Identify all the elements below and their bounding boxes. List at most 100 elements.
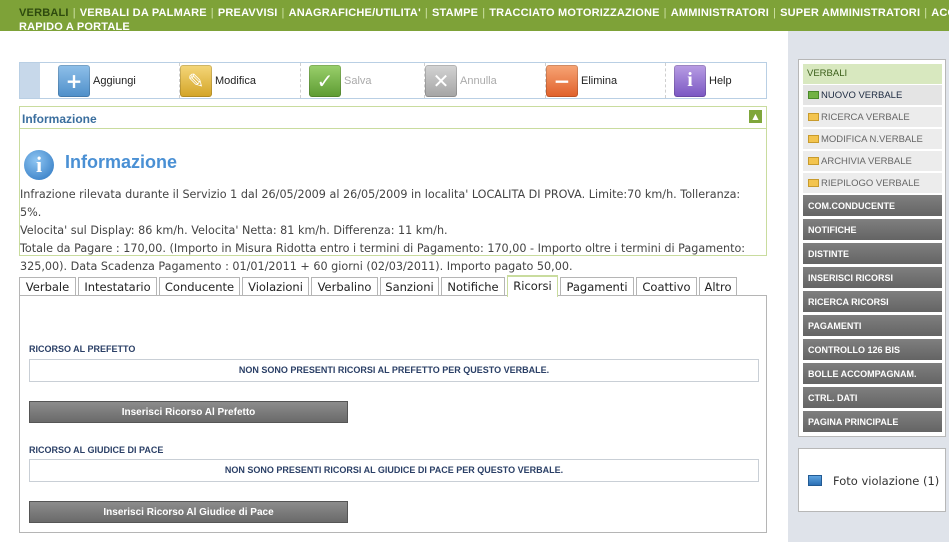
menu-ricerca-ricorsi[interactable]: RICERCA RICORSI — [803, 291, 942, 313]
cancel-button[interactable]: ✕ Annulla — [425, 63, 546, 98]
information-title: Informazione — [65, 152, 178, 172]
menu-inserisci-ricorsi[interactable]: INSERISCI RICORSI — [803, 267, 942, 289]
nav-accesso[interactable]: ACCESSO — [931, 7, 949, 19]
tab-conducente[interactable]: Conducente — [159, 277, 240, 296]
menu-item-modifica-n-verbale[interactable]: MODIFICA N.VERBALE — [803, 129, 942, 150]
information-panel-header: Informazione ▲ — [20, 107, 766, 129]
folder-icon — [808, 135, 819, 143]
prefetto-section-title: RICORSO AL PREFETTO — [29, 344, 136, 354]
help-button-label: Help — [709, 74, 732, 87]
tab-ricorsi[interactable]: Ricorsi — [507, 275, 558, 297]
folder-icon — [808, 91, 819, 99]
prefetto-empty-notice: NON SONO PRESENTI RICORSI AL PREFETTO PE… — [29, 359, 759, 382]
add-ricorso-prefetto-button[interactable]: Inserisci Ricorso Al Prefetto — [29, 401, 348, 423]
tab-coattivo[interactable]: Coattivo — [636, 277, 697, 296]
cancel-button-label: Annulla — [460, 74, 497, 87]
nav-preavvisi[interactable]: PREAVVISI — [218, 7, 278, 19]
nav-separator: | — [210, 7, 214, 19]
nav-anagrafiche[interactable]: ANAGRAFICHE/UTILITA' — [289, 7, 421, 19]
save-button[interactable]: ✓ Salva — [309, 63, 425, 98]
tab-bar: Verbale Intestatario Conducente Violazio… — [19, 275, 767, 297]
help-button[interactable]: i Help — [674, 63, 766, 98]
add-button[interactable]: + Aggiungi — [58, 63, 180, 98]
plus-icon: + — [58, 64, 90, 97]
top-nav-bar: VERBALI | VERBALI DA PALMARE | PREAVVISI | ANA… — [0, 0, 949, 31]
tab-altro[interactable]: Altro — [699, 277, 737, 296]
nav-rapido-a-portale[interactable]: RAPIDO A PORTALE — [19, 21, 130, 31]
tab-pagamenti[interactable]: Pagamenti — [560, 277, 634, 296]
giudice-empty-notice: NON SONO PRESENTI RICORSI AL GIUDICE DI … — [29, 459, 759, 482]
info-i-icon: i — [674, 64, 706, 97]
information-panel-header-title: Informazione — [22, 112, 97, 126]
menu-header-verbali[interactable]: VERBALI — [803, 64, 942, 84]
menu-pagamenti[interactable]: PAGAMENTI — [803, 315, 942, 337]
action-toolbar: + Aggiungi ✎ Modifica ✓ Salva ✕ Annulla … — [19, 62, 767, 99]
info-line-due-date: 325,00). Data Scadenza Pagamento : 01/01… — [20, 260, 573, 273]
menu-com-conducente[interactable]: COM.CONDUCENTE — [803, 195, 942, 217]
menu-item-riepilogo-verbale[interactable]: RIEPILOGO VERBALE — [803, 173, 942, 194]
nav-separator: | — [281, 7, 285, 19]
nav-super-amministratori[interactable]: SUPER AMMINISTRATORI — [780, 7, 920, 19]
nav-stampe[interactable]: STAMPE — [432, 7, 478, 19]
add-button-label: Aggiungi — [93, 74, 136, 87]
menu-controllo-126-bis[interactable]: CONTROLLO 126 BIS — [803, 339, 942, 361]
tab-verbalino[interactable]: Verbalino — [311, 277, 378, 296]
menu-item-ricerca-verbale[interactable]: RICERCA VERBALE — [803, 107, 942, 128]
tab-verbale[interactable]: Verbale — [19, 277, 76, 296]
tab-sanzioni[interactable]: Sanzioni — [380, 277, 439, 296]
nav-verbali-da-palmare[interactable]: VERBALI DA PALMARE — [80, 7, 207, 19]
nav-separator: | — [663, 7, 667, 19]
menu-item-label: ARCHIVIA VERBALE — [821, 156, 912, 167]
photo-icon — [808, 475, 822, 486]
cancel-document-icon: ✕ — [425, 64, 457, 97]
photo-link[interactable]: Foto violazione (1) — [833, 474, 939, 488]
menu-item-archivia-verbale[interactable]: ARCHIVIA VERBALE — [803, 151, 942, 172]
menu-item-label: RICERCA VERBALE — [821, 112, 910, 123]
menu-ctrl-dati[interactable]: CTRL. DATI — [803, 387, 942, 409]
giudice-section-title: RICORSO AL GIUDICE DI PACE — [29, 445, 164, 455]
info-line-infraction: Infrazione rilevata durante il Servizio … — [20, 188, 741, 219]
folder-icon — [808, 179, 819, 187]
menu-distinte[interactable]: DISTINTE — [803, 243, 942, 265]
nav-tracciato-motorizzazione[interactable]: TRACCIATO MOTORIZZAZIONE — [489, 7, 659, 19]
nav-separator: | — [924, 7, 928, 19]
tab-content-ricorsi: RICORSO AL PREFETTO NON SONO PRESENTI RI… — [19, 295, 767, 533]
nav-separator: | — [482, 7, 486, 19]
folder-icon — [808, 113, 819, 121]
menu-item-label: NUOVO VERBALE — [821, 90, 903, 101]
edit-button-label: Modifica — [215, 74, 256, 87]
save-button-label: Salva — [344, 74, 372, 87]
minus-icon: − — [546, 64, 578, 97]
nav-separator: | — [773, 7, 777, 19]
photo-box: Foto violazione (1) — [798, 448, 946, 512]
nav-amministratori[interactable]: AMMINISTRATORI — [671, 7, 769, 19]
top-nav-items: VERBALI | VERBALI DA PALMARE | PREAVVISI | ANA… — [19, 6, 949, 31]
information-panel: Informazione ▲ i Informazione Infrazione… — [19, 106, 767, 273]
menu-item-label: RIEPILOGO VERBALE — [821, 178, 920, 189]
edit-button[interactable]: ✎ Modifica — [180, 63, 301, 98]
info-line-speed: Velocita' sul Display: 86 km/h. Velocita… — [20, 224, 448, 237]
info-line-total: Totale da Pagare : 170,00. (Importo in M… — [20, 242, 746, 255]
menu-pagina-principale[interactable]: PAGINA PRINCIPALE — [803, 411, 942, 433]
tab-intestatario[interactable]: Intestatario — [78, 277, 157, 296]
menu-bolle-accompagnam[interactable]: BOLLE ACCOMPAGNAM. — [803, 363, 942, 385]
information-body: Infrazione rilevata durante il Servizio … — [20, 186, 764, 276]
information-icon: i — [24, 150, 54, 180]
folder-icon — [808, 157, 819, 165]
collapse-arrow-icon[interactable]: ▲ — [749, 110, 762, 123]
menu-item-nuovo-verbale[interactable]: NUOVO VERBALE — [803, 85, 942, 106]
nav-separator: | — [72, 7, 76, 19]
add-ricorso-giudice-button[interactable]: Inserisci Ricorso Al Giudice di Pace — [29, 501, 348, 523]
tab-violazioni[interactable]: Violazioni — [242, 277, 309, 296]
tab-notifiche[interactable]: Notifiche — [441, 277, 505, 296]
toolbar-left-strip — [20, 63, 40, 98]
menu-notifiche[interactable]: NOTIFICHE — [803, 219, 942, 241]
delete-button-label: Elimina — [581, 74, 618, 87]
checkmark-icon: ✓ — [309, 64, 341, 97]
menu-item-label: MODIFICA N.VERBALE — [821, 134, 923, 145]
nav-verbali[interactable]: VERBALI — [19, 7, 69, 19]
right-side-menu: VERBALI NUOVO VERBALE RICERCA VERBALE MO… — [798, 59, 946, 437]
nav-separator: | — [424, 7, 428, 19]
delete-button[interactable]: − Elimina — [546, 63, 666, 98]
edit-pencil-icon: ✎ — [180, 64, 212, 97]
